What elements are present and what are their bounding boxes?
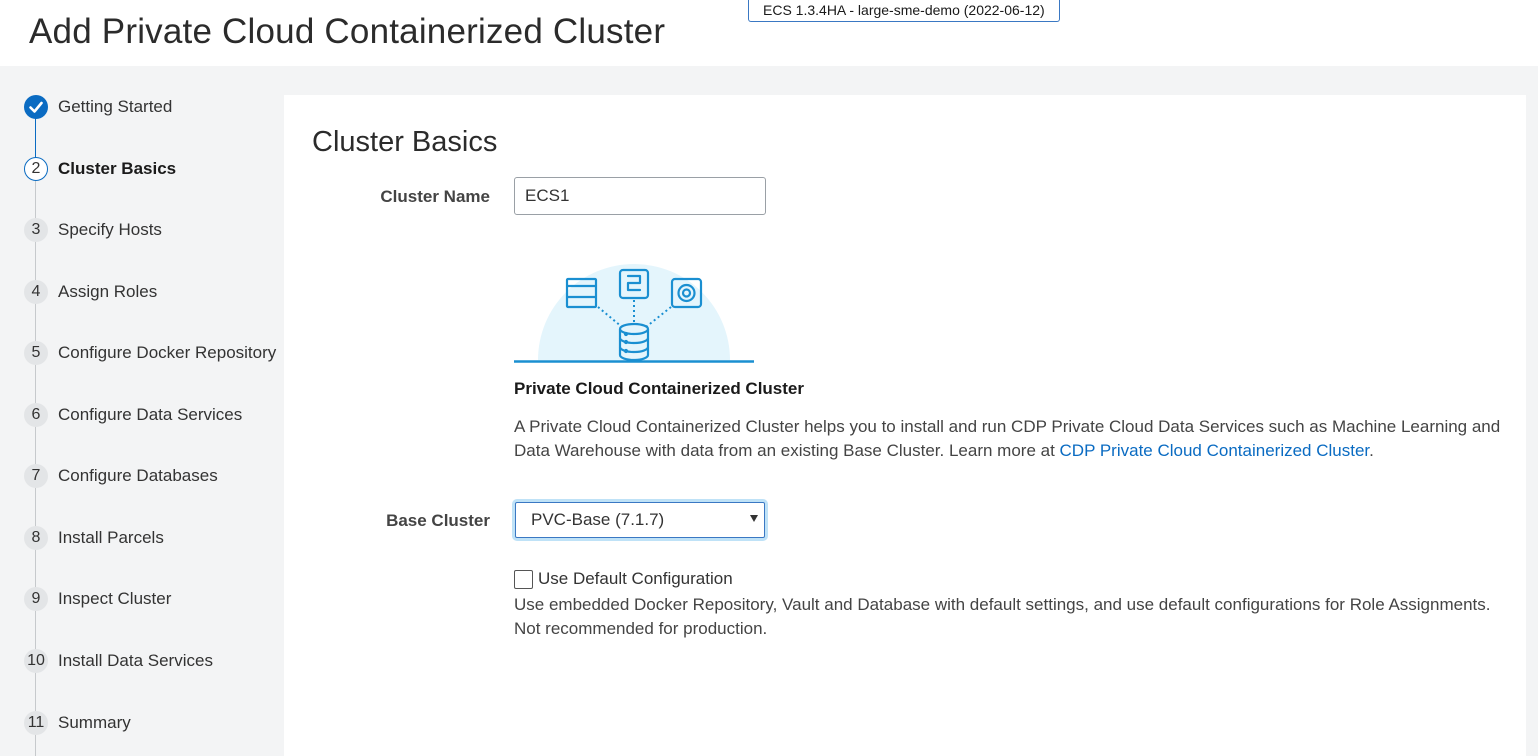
step-number: 8 bbox=[24, 526, 48, 550]
step-label: Specify Hosts bbox=[58, 220, 162, 239]
cluster-illustration bbox=[514, 243, 754, 365]
base-cluster-selected-value: PVC-Base (7.1.7) bbox=[531, 510, 665, 529]
wizard-body: Getting Started 2 Cluster Basics 3 Speci… bbox=[0, 66, 1538, 756]
containerized-cluster-illustration bbox=[514, 264, 754, 363]
card-title: Private Cloud Containerized Cluster bbox=[514, 379, 804, 398]
step-label: Configure Docker Repository bbox=[58, 343, 277, 362]
default-config-checkbox[interactable] bbox=[514, 569, 533, 589]
step-label: Summary bbox=[58, 713, 131, 732]
step-summary[interactable]: 11 Summary bbox=[24, 711, 131, 735]
base-cluster-select[interactable]: PVC-Base (7.1.7) bbox=[515, 502, 765, 538]
step-label: Cluster Basics bbox=[58, 159, 177, 178]
card-description: A Private Cloud Containerized Cluster he… bbox=[514, 415, 1504, 463]
step-number: 4 bbox=[24, 280, 48, 304]
step-label: Install Data Services bbox=[58, 651, 213, 670]
step-complete-badge bbox=[24, 95, 48, 119]
step-label: Assign Roles bbox=[58, 282, 158, 301]
step-number: 9 bbox=[24, 587, 48, 611]
chevron-down-icon bbox=[750, 515, 758, 522]
step-assign-roles[interactable]: 4 Assign Roles bbox=[24, 280, 157, 304]
wizard-steps: Getting Started 2 Cluster Basics 3 Speci… bbox=[0, 66, 284, 756]
learn-more-link[interactable]: CDP Private Cloud Containerized Cluster bbox=[1060, 441, 1370, 460]
step-install-data-services[interactable]: 10 Install Data Services bbox=[24, 649, 213, 673]
step-label: Configure Databases bbox=[58, 466, 218, 485]
cluster-name-label: Cluster Name bbox=[380, 187, 490, 206]
page-header: Add Private Cloud Containerized Cluster … bbox=[0, 0, 1538, 66]
step-number: 6 bbox=[24, 403, 48, 427]
step-label: Getting Started bbox=[58, 97, 173, 116]
check-icon bbox=[29, 101, 43, 113]
step-inspect-cluster[interactable]: 9 Inspect Cluster bbox=[24, 587, 171, 611]
cluster-basics-panel: Cluster Basics Cluster Name ECS1 Private… bbox=[284, 95, 1526, 756]
step-configure-databases[interactable]: 7 Configure Databases bbox=[24, 464, 218, 488]
default-config-description: Use embedded Docker Repository, Vault an… bbox=[514, 595, 1491, 638]
step-configure-data-services[interactable]: 6 Configure Data Services bbox=[24, 403, 242, 427]
base-cluster-label: Base Cluster bbox=[386, 511, 490, 530]
section-title: Cluster Basics bbox=[312, 126, 498, 158]
step-number: 11 bbox=[24, 711, 48, 735]
step-number: 2 bbox=[24, 157, 48, 181]
step-label: Configure Data Services bbox=[58, 405, 243, 424]
default-config-row: Use Default Configuration bbox=[514, 569, 733, 589]
step-specify-hosts[interactable]: 3 Specify Hosts bbox=[24, 218, 162, 242]
card-description-end: . bbox=[1369, 441, 1374, 460]
step-label: Install Parcels bbox=[58, 528, 164, 547]
step-number: 7 bbox=[24, 464, 48, 488]
default-config-label: Use Default Configuration bbox=[538, 569, 733, 588]
step-install-parcels[interactable]: 8 Install Parcels bbox=[24, 526, 164, 550]
page-title: Add Private Cloud Containerized Cluster bbox=[29, 12, 666, 51]
step-label: Inspect Cluster bbox=[58, 589, 172, 608]
version-badge: ECS 1.3.4HA - large-sme-demo (2022-06-12… bbox=[748, 0, 1060, 22]
step-getting-started[interactable]: Getting Started bbox=[24, 95, 172, 119]
step-number: 3 bbox=[24, 218, 48, 242]
step-cluster-basics[interactable]: 2 Cluster Basics bbox=[24, 157, 176, 181]
step-number: 10 bbox=[24, 649, 48, 673]
step-configure-docker-repository[interactable]: 5 Configure Docker Repository bbox=[24, 341, 276, 365]
step-number: 5 bbox=[24, 341, 48, 365]
cluster-name-input[interactable] bbox=[514, 177, 766, 215]
base-cluster-select-focus: PVC-Base (7.1.7) bbox=[512, 499, 768, 541]
